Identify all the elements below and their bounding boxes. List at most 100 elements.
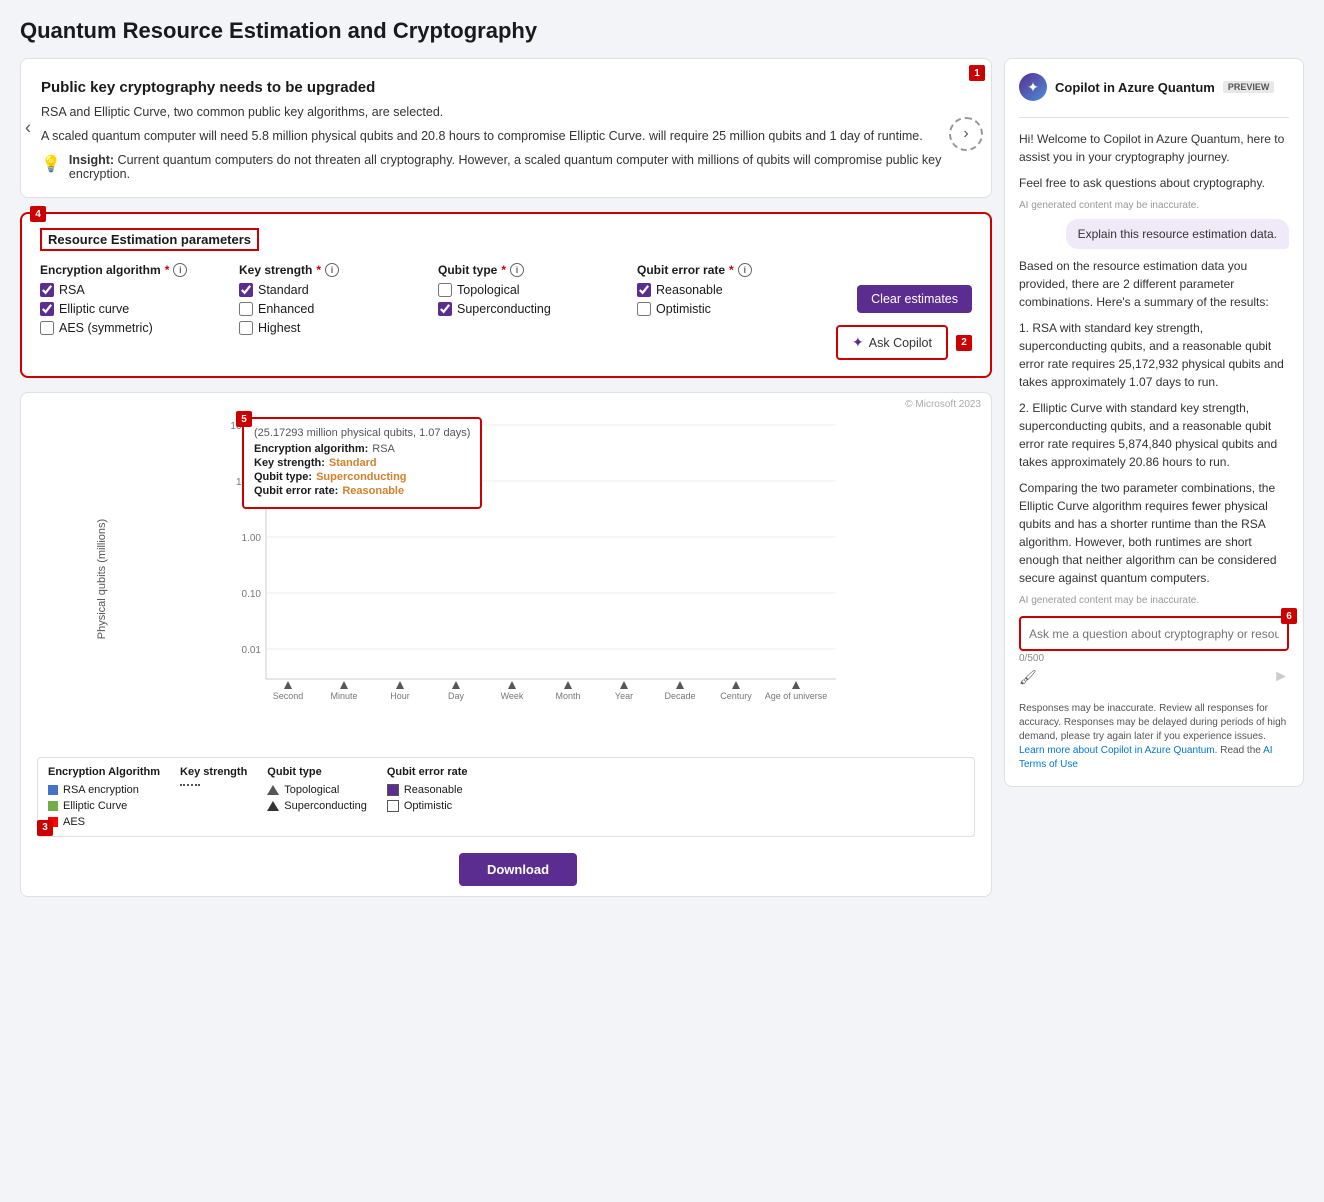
clear-estimates-button[interactable]: Clear estimates: [857, 285, 972, 313]
legend-rsa-swatch: [48, 785, 58, 795]
chart-card: © Microsoft 2023 Physical qubits (millio…: [20, 392, 992, 897]
check-optimistic[interactable]: Optimistic: [637, 302, 828, 316]
params-card: 4 Resource Estimation parameters Encrypt…: [20, 212, 992, 378]
check-reasonable-input[interactable]: [637, 283, 651, 297]
encryption-header: Encryption algorithm * i: [40, 263, 231, 277]
check-aes-input[interactable]: [40, 321, 54, 335]
info-card-text2: A scaled quantum computer will need 5.8 …: [41, 128, 971, 146]
check-highest[interactable]: Highest: [239, 321, 430, 335]
check-enhanced-input[interactable]: [239, 302, 253, 316]
svg-text:1.00: 1.00: [242, 533, 262, 544]
check-rsa[interactable]: RSA: [40, 283, 231, 297]
check-aes[interactable]: AES (symmetric): [40, 321, 231, 335]
svg-text:Hour: Hour: [390, 691, 410, 701]
tooltip-row-3: Qubit type: Superconducting: [254, 471, 470, 483]
svg-text:0.01: 0.01: [242, 645, 262, 656]
legend-error-rate-title: Qubit error rate: [387, 766, 468, 778]
tooltip-row-4: Qubit error rate: Reasonable: [254, 485, 470, 497]
info-card-title: Public key cryptography needs to be upgr…: [41, 79, 971, 96]
check-topological-input[interactable]: [438, 283, 452, 297]
check-elliptic-input[interactable]: [40, 302, 54, 316]
badge-5: 5: [236, 411, 252, 427]
svg-text:Month: Month: [555, 691, 580, 701]
check-enhanced[interactable]: Enhanced: [239, 302, 430, 316]
copilot-title: Copilot in Azure Quantum: [1055, 80, 1215, 95]
check-elliptic[interactable]: Elliptic curve: [40, 302, 231, 316]
attach-button[interactable]: 🖌: [1019, 669, 1037, 686]
copilot-prompt: Feel free to ask questions about cryptog…: [1019, 174, 1289, 192]
badge-6: 6: [1281, 608, 1297, 624]
response-3: 2. Elliptic Curve with standard key stre…: [1019, 399, 1289, 471]
check-superconducting-input[interactable]: [438, 302, 452, 316]
check-highest-input[interactable]: [239, 321, 253, 335]
legend-elliptic-label: Elliptic Curve: [63, 800, 127, 812]
svg-text:0.10: 0.10: [242, 589, 262, 600]
legend-superconducting: Superconducting: [267, 800, 367, 812]
legend-rsa: RSA encryption: [48, 784, 160, 796]
qubit-type-info[interactable]: i: [510, 263, 524, 277]
copilot-panel: ✦ Copilot in Azure Quantum PREVIEW Hi! W…: [1004, 58, 1304, 787]
svg-text:Century: Century: [720, 691, 752, 701]
params-card-title: Resource Estimation parameters: [40, 228, 259, 251]
copilot-star-icon: ✦: [852, 334, 864, 351]
legend-rsa-label: RSA encryption: [63, 784, 139, 796]
check-optimistic-input[interactable]: [637, 302, 651, 316]
chart-y-label: Physical qubits (millions): [96, 519, 108, 639]
check-superconducting[interactable]: Superconducting: [438, 302, 629, 316]
ask-copilot-button[interactable]: ✦ Ask Copilot: [836, 325, 948, 360]
check-topological[interactable]: Topological: [438, 283, 629, 297]
download-button[interactable]: Download: [459, 853, 577, 886]
tooltip-header: (25.17293 million physical qubits, 1.07 …: [254, 427, 470, 439]
encryption-info[interactable]: i: [173, 263, 187, 277]
nav-arrow-left[interactable]: ‹: [25, 118, 31, 139]
badge-3: 3: [37, 820, 53, 836]
legend-optimistic-icon: [387, 800, 399, 812]
chart-area: Physical qubits (millions) 5 (25.17293 m…: [97, 409, 975, 749]
legend-optimistic-label: Optimistic: [404, 800, 452, 812]
svg-text:Decade: Decade: [664, 691, 695, 701]
svg-text:Minute: Minute: [330, 691, 357, 701]
legend-qubit-type-title: Qubit type: [267, 766, 367, 778]
chat-input-container: 6 0/500 🖌 ►: [1019, 616, 1289, 686]
chat-input[interactable]: [1029, 627, 1279, 641]
legend-qubit-type: Qubit type Topological Superconducting: [267, 766, 367, 828]
check-standard-input[interactable]: [239, 283, 253, 297]
params-grid: Encryption algorithm * i RSA Elliptic cu…: [40, 263, 972, 360]
svg-text:Day: Day: [448, 691, 465, 701]
tooltip-row-2: Key strength: Standard: [254, 457, 470, 469]
check-standard[interactable]: Standard: [239, 283, 430, 297]
legend-superconducting-icon: [267, 801, 279, 811]
legend-topological-label: Topological: [284, 784, 339, 796]
ai-note-1: AI generated content may be inaccurate.: [1019, 200, 1289, 211]
legend-key-strength-title: Key strength: [180, 766, 247, 778]
ai-note-2: AI generated content may be inaccurate.: [1019, 595, 1289, 606]
info-card-insight: 💡 Insight: Current quantum computers do …: [41, 153, 971, 181]
response-4: Comparing the two parameter combinations…: [1019, 479, 1289, 587]
check-reasonable[interactable]: Reasonable: [637, 283, 828, 297]
qubit-type-header: Qubit type * i: [438, 263, 629, 277]
chat-input-box: [1019, 616, 1289, 651]
badge-1: 1: [969, 65, 985, 81]
chat-counter: 0/500: [1019, 653, 1289, 664]
legend-dotted-line: [180, 784, 200, 786]
tooltip-row-1: Encryption algorithm: RSA: [254, 443, 470, 455]
send-button[interactable]: ►: [1273, 668, 1289, 686]
legend-reasonable: Reasonable: [387, 784, 468, 796]
svg-text:Week: Week: [501, 691, 524, 701]
qubit-error-info[interactable]: i: [738, 263, 752, 277]
check-rsa-input[interactable]: [40, 283, 54, 297]
info-card-text1: RSA and Elliptic Curve, two common publi…: [41, 104, 971, 122]
key-strength-info[interactable]: i: [325, 263, 339, 277]
legend-ks-item: [180, 784, 247, 786]
page-title: Quantum Resource Estimation and Cryptogr…: [20, 18, 1304, 44]
learn-more-link[interactable]: Learn more about Copilot in Azure Quantu…: [1019, 745, 1217, 756]
legend-elliptic-swatch: [48, 801, 58, 811]
legend-reasonable-label: Reasonable: [404, 784, 463, 796]
copilot-divider: [1019, 117, 1289, 118]
chart-legend: Encryption Algorithm RSA encryption Elli…: [37, 757, 975, 837]
qubit-error-col: Qubit error rate * i Reasonable Optimist…: [637, 263, 828, 321]
svg-text:Second: Second: [273, 691, 304, 701]
copilot-icon: ✦: [1019, 73, 1047, 101]
nav-arrow-right[interactable]: ›: [949, 117, 983, 151]
encryption-col: Encryption algorithm * i RSA Elliptic cu…: [40, 263, 231, 340]
